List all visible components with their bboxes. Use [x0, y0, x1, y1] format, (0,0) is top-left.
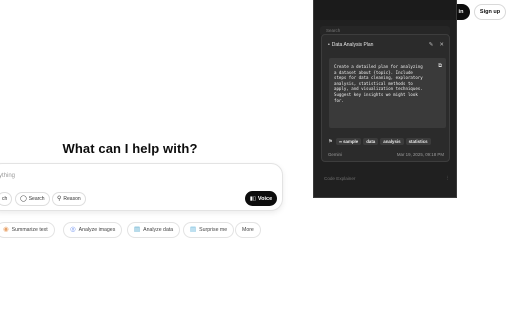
link-icon: ∞ — [338, 139, 343, 144]
prompt-card: • Data Analysis Plan ✎ ✕ Create a detail… — [321, 34, 450, 162]
edit-icon[interactable]: ✎ — [429, 42, 434, 48]
card-actions: ✎ ✕ — [429, 42, 444, 48]
waveform-icon: ▮▯ — [249, 195, 256, 202]
more-chip[interactable]: More — [235, 222, 261, 238]
card-meta: Gemini Mar 19, 2025, 09:18 PM — [328, 152, 444, 157]
surprise-me-chip[interactable]: ▤ Surprise me — [183, 222, 235, 238]
prompt-text: Create a detailed plan for analyzing a d… — [334, 64, 423, 103]
tag-statistics[interactable]: statistics — [405, 138, 431, 145]
copy-icon[interactable]: ⧉ — [438, 63, 442, 70]
list-item[interactable]: Code Explainer ⋮ — [324, 172, 450, 184]
page-title: What can I help with? — [62, 141, 198, 156]
panel-toolbar — [314, 0, 456, 20]
gift-icon: ▤ — [190, 225, 197, 233]
tool-button-truncated[interactable]: ch — [0, 192, 13, 206]
tag-label: data — [366, 139, 376, 144]
chip-label: More — [242, 227, 254, 233]
voice-label: Voice — [257, 195, 273, 202]
reason-button[interactable]: ⚲ Reason — [52, 192, 86, 206]
lightbulb-icon: ⚲ — [57, 196, 62, 202]
tag-icon: ⚑ — [328, 138, 333, 145]
summarize-text-chip[interactable]: ◉ Summarize text — [0, 222, 55, 238]
chip-label: Summarize text — [11, 227, 48, 233]
signup-button[interactable]: Sign up — [474, 4, 506, 20]
card-title: • Data Analysis Plan — [328, 42, 373, 48]
tag-list: ⚑ ∞ sample data analysis statistics — [328, 138, 431, 145]
chip-label: Analyze data — [143, 227, 174, 233]
globe-icon: ◯ — [20, 196, 27, 202]
search-button[interactable]: ◯ Search — [15, 192, 50, 206]
chart-icon: ▤ — [134, 225, 141, 233]
author-label: Gemini — [328, 152, 342, 157]
prompt-input[interactable]: ything — [0, 173, 15, 179]
tag-label: sample — [343, 139, 359, 144]
tag-analysis[interactable]: analysis — [380, 138, 404, 145]
more-icon[interactable]: ⋮ — [445, 175, 450, 181]
tag-sample[interactable]: ∞ sample — [335, 138, 362, 145]
document-icon: ◉ — [3, 225, 9, 233]
close-icon[interactable]: ✕ — [439, 42, 444, 48]
chip-label: Analyze images — [78, 227, 116, 233]
voice-button[interactable]: ▮▯ Voice — [245, 191, 277, 206]
card-title-text: Data Analysis Plan — [331, 42, 374, 48]
card-header: • Data Analysis Plan ✎ ✕ — [328, 41, 444, 49]
analyze-images-chip[interactable]: ◎ Analyze images — [63, 222, 123, 238]
date-label: Mar 19, 2025, 09:18 PM — [396, 152, 444, 157]
search-label: Search — [28, 196, 45, 202]
tag-label: statistics — [408, 139, 428, 144]
tag-data[interactable]: data — [363, 138, 379, 145]
chip-label: Surprise me — [199, 227, 228, 233]
eye-icon: ◎ — [70, 225, 76, 233]
tag-label: analysis — [383, 139, 401, 144]
bullet-icon: • — [328, 42, 330, 48]
reason-label: Reason — [63, 196, 81, 202]
list-item-label: Code Explainer — [324, 175, 356, 181]
tool-label: ch — [2, 196, 8, 202]
analyze-data-chip[interactable]: ▤ Analyze data — [127, 222, 181, 238]
prompt-composer[interactable]: ything ch ◯ Search ⚲ Reason ▮▯ Voice — [0, 163, 283, 211]
prompt-content: Create a detailed plan for analyzing a d… — [329, 58, 446, 128]
